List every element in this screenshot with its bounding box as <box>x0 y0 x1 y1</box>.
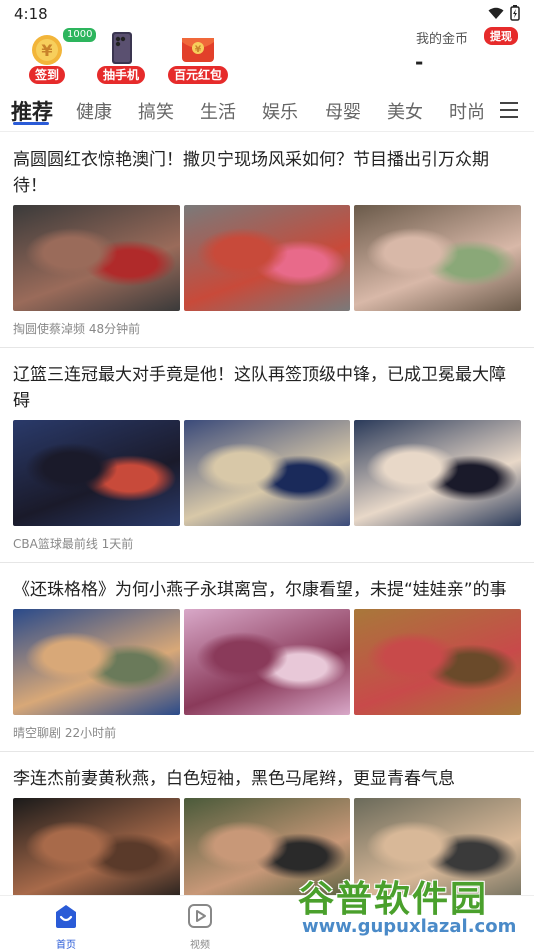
tab-fashion[interactable]: 时尚 <box>449 98 485 124</box>
article-thumbnail <box>183 205 351 311</box>
watermark-text: 谷普软件园 <box>298 879 489 920</box>
article-thumbnail <box>354 205 522 311</box>
promo-label: 抽手机 <box>96 66 146 84</box>
article-thumbnail <box>354 420 522 526</box>
tab-active-indicator <box>13 122 49 125</box>
article-thumbnail <box>183 420 351 526</box>
nav-video[interactable]: 视频 <box>170 902 230 950</box>
article-card[interactable]: 高圆圆红衣惊艳澳门！撒贝宁现场风采如何？节目播出引万众期待！ 掏圆使蔡淖频 48… <box>0 133 534 348</box>
header: ¥ 1000元 签到 抽手机 ¥ 百元红包 我的金币 提现 - <box>0 26 534 88</box>
article-meta: 掏圆使蔡淖频 48分钟前 <box>13 322 141 336</box>
phone-icon <box>112 32 132 64</box>
red-envelope-icon: ¥ <box>182 38 214 62</box>
svg-text:¥: ¥ <box>195 45 202 55</box>
article-thumbnail <box>13 205 180 311</box>
promo-label: 百元红包 <box>167 66 229 84</box>
article-thumbnail <box>354 609 522 715</box>
coin-icon: ¥ <box>32 35 62 65</box>
video-icon <box>188 904 212 928</box>
article-title: 辽篮三连冠最大对手竟是他！这队再签顶级中锋，已成卫冕最大障碍 <box>13 365 506 411</box>
nav-label: 首页 <box>56 940 76 950</box>
category-tabs: 推荐 健康 搞笑 生活 娱乐 母婴 美女 时尚 <box>0 90 534 132</box>
tab-beauty[interactable]: 美女 <box>387 98 423 124</box>
status-icons <box>488 5 520 21</box>
gold-value: - <box>415 50 424 74</box>
nav-home[interactable]: 首页 <box>36 902 96 950</box>
news-feed: 高圆圆红衣惊艳澳门！撒贝宁现场风采如何？节目播出引万众期待！ 掏圆使蔡淖频 48… <box>0 133 534 904</box>
article-thumbnail <box>13 420 180 526</box>
home-icon <box>56 905 76 928</box>
site-watermark: 谷普软件园 www.gupuxlazal.com <box>294 866 530 946</box>
tab-menu-icon[interactable] <box>500 102 518 118</box>
article-thumbnails <box>13 609 522 715</box>
promo-redpacket-button[interactable]: ¥ 百元红包 <box>166 28 230 84</box>
article-thumbnail <box>13 609 180 715</box>
article-card[interactable]: 《还珠格格》为何小燕子永琪离宫，尔康看望，未提“娃娃亲”的事 晴空聊剧 22小时… <box>0 563 534 752</box>
status-bar: 4:18 <box>0 0 534 26</box>
battery-icon <box>510 5 520 21</box>
promo-signin-button[interactable]: ¥ 1000元 签到 <box>16 28 97 84</box>
watermark-url: www.gupuxlazal.com <box>302 916 517 937</box>
article-meta: 晴空聊剧 22小时前 <box>13 726 117 740</box>
article-title: 高圆圆红衣惊艳澳门！撒贝宁现场风采如何？节目播出引万众期待！ <box>13 150 489 196</box>
article-title: 《还珠格格》为何小燕子永琪离宫，尔康看望，未提“娃娃亲”的事 <box>13 580 507 600</box>
svg-text:¥: ¥ <box>41 41 52 60</box>
article-thumbnails <box>13 420 522 526</box>
article-thumbnail <box>183 609 351 715</box>
tab-entertainment[interactable]: 娱乐 <box>262 98 298 124</box>
tab-life[interactable]: 生活 <box>200 98 236 124</box>
article-thumbnails <box>13 205 522 311</box>
status-time: 4:18 <box>14 5 48 23</box>
nav-label: 视频 <box>190 940 210 950</box>
article-title: 李连杰前妻黄秋燕，白色短袖，黑色马尾辫，更显青春气息 <box>13 769 455 789</box>
tab-funny[interactable]: 搞笑 <box>138 98 174 124</box>
withdraw-button[interactable]: 提现 <box>484 27 518 45</box>
article-meta: CBA篮球最前线 1天前 <box>13 537 134 551</box>
my-gold-label: 我的金币 <box>415 32 468 47</box>
promo-phone-button[interactable]: 抽手机 <box>90 28 152 84</box>
wifi-icon <box>488 7 504 19</box>
article-card[interactable]: 辽篮三连冠最大对手竟是他！这队再签顶级中锋，已成卫冕最大障碍 CBA篮球最前线 … <box>0 348 534 563</box>
promo-label: 签到 <box>28 66 66 84</box>
tab-parenting[interactable]: 母婴 <box>325 98 361 124</box>
article-thumbnail <box>13 798 180 904</box>
tab-health[interactable]: 健康 <box>76 98 112 124</box>
